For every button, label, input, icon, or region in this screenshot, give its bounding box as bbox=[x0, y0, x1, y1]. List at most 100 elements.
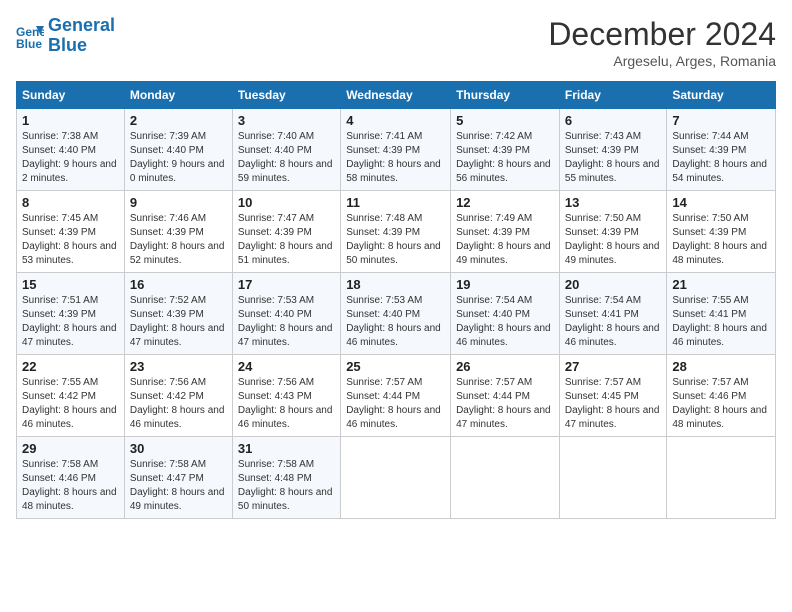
cell-info: Sunrise: 7:48 AMSunset: 4:39 PMDaylight:… bbox=[346, 212, 445, 268]
col-tuesday: Tuesday bbox=[232, 82, 340, 109]
calendar-cell: 24 Sunrise: 7:56 AMSunset: 4:43 PMDaylig… bbox=[232, 355, 340, 437]
day-number: 28 bbox=[672, 359, 770, 374]
day-number: 26 bbox=[456, 359, 554, 374]
calendar-cell: 19 Sunrise: 7:54 AMSunset: 4:40 PMDaylig… bbox=[451, 273, 560, 355]
cell-info: Sunrise: 7:49 AMSunset: 4:39 PMDaylight:… bbox=[456, 212, 554, 268]
col-monday: Monday bbox=[124, 82, 232, 109]
month-title: December 2024 bbox=[548, 16, 776, 53]
cell-info: Sunrise: 7:56 AMSunset: 4:42 PMDaylight:… bbox=[130, 376, 227, 432]
day-number: 11 bbox=[346, 195, 445, 210]
cell-info: Sunrise: 7:55 AMSunset: 4:41 PMDaylight:… bbox=[672, 294, 770, 350]
cell-info: Sunrise: 7:42 AMSunset: 4:39 PMDaylight:… bbox=[456, 130, 554, 186]
cell-info: Sunrise: 7:54 AMSunset: 4:40 PMDaylight:… bbox=[456, 294, 554, 350]
calendar-cell: 4 Sunrise: 7:41 AMSunset: 4:39 PMDayligh… bbox=[341, 109, 451, 191]
calendar-cell: 22 Sunrise: 7:55 AMSunset: 4:42 PMDaylig… bbox=[17, 355, 125, 437]
day-number: 1 bbox=[22, 113, 119, 128]
calendar-cell: 18 Sunrise: 7:53 AMSunset: 4:40 PMDaylig… bbox=[341, 273, 451, 355]
cell-info: Sunrise: 7:53 AMSunset: 4:40 PMDaylight:… bbox=[238, 294, 335, 350]
cell-info: Sunrise: 7:50 AMSunset: 4:39 PMDaylight:… bbox=[672, 212, 770, 268]
cell-info: Sunrise: 7:50 AMSunset: 4:39 PMDaylight:… bbox=[565, 212, 661, 268]
col-wednesday: Wednesday bbox=[341, 82, 451, 109]
day-number: 24 bbox=[238, 359, 335, 374]
cell-info: Sunrise: 7:57 AMSunset: 4:46 PMDaylight:… bbox=[672, 376, 770, 432]
day-number: 25 bbox=[346, 359, 445, 374]
calendar-table: Sunday Monday Tuesday Wednesday Thursday… bbox=[16, 81, 776, 519]
day-number: 29 bbox=[22, 441, 119, 456]
week-row-2: 8 Sunrise: 7:45 AMSunset: 4:39 PMDayligh… bbox=[17, 191, 776, 273]
page-header: General Blue General Blue December 2024 … bbox=[16, 16, 776, 69]
cell-info: Sunrise: 7:57 AMSunset: 4:44 PMDaylight:… bbox=[456, 376, 554, 432]
cell-info: Sunrise: 7:58 AMSunset: 4:46 PMDaylight:… bbox=[22, 458, 119, 514]
calendar-cell bbox=[667, 437, 776, 519]
day-number: 20 bbox=[565, 277, 661, 292]
day-number: 27 bbox=[565, 359, 661, 374]
calendar-cell: 15 Sunrise: 7:51 AMSunset: 4:39 PMDaylig… bbox=[17, 273, 125, 355]
col-thursday: Thursday bbox=[451, 82, 560, 109]
day-number: 13 bbox=[565, 195, 661, 210]
week-row-4: 22 Sunrise: 7:55 AMSunset: 4:42 PMDaylig… bbox=[17, 355, 776, 437]
day-number: 30 bbox=[130, 441, 227, 456]
calendar-cell: 17 Sunrise: 7:53 AMSunset: 4:40 PMDaylig… bbox=[232, 273, 340, 355]
cell-info: Sunrise: 7:38 AMSunset: 4:40 PMDaylight:… bbox=[22, 130, 119, 186]
calendar-cell: 9 Sunrise: 7:46 AMSunset: 4:39 PMDayligh… bbox=[124, 191, 232, 273]
day-number: 17 bbox=[238, 277, 335, 292]
week-row-1: 1 Sunrise: 7:38 AMSunset: 4:40 PMDayligh… bbox=[17, 109, 776, 191]
cell-info: Sunrise: 7:54 AMSunset: 4:41 PMDaylight:… bbox=[565, 294, 661, 350]
cell-info: Sunrise: 7:57 AMSunset: 4:45 PMDaylight:… bbox=[565, 376, 661, 432]
cell-info: Sunrise: 7:57 AMSunset: 4:44 PMDaylight:… bbox=[346, 376, 445, 432]
location-subtitle: Argeselu, Arges, Romania bbox=[548, 53, 776, 69]
calendar-cell: 2 Sunrise: 7:39 AMSunset: 4:40 PMDayligh… bbox=[124, 109, 232, 191]
calendar-cell: 30 Sunrise: 7:58 AMSunset: 4:47 PMDaylig… bbox=[124, 437, 232, 519]
cell-info: Sunrise: 7:45 AMSunset: 4:39 PMDaylight:… bbox=[22, 212, 119, 268]
day-number: 2 bbox=[130, 113, 227, 128]
calendar-cell: 25 Sunrise: 7:57 AMSunset: 4:44 PMDaylig… bbox=[341, 355, 451, 437]
week-row-3: 15 Sunrise: 7:51 AMSunset: 4:39 PMDaylig… bbox=[17, 273, 776, 355]
calendar-cell: 27 Sunrise: 7:57 AMSunset: 4:45 PMDaylig… bbox=[559, 355, 666, 437]
day-number: 16 bbox=[130, 277, 227, 292]
week-row-5: 29 Sunrise: 7:58 AMSunset: 4:46 PMDaylig… bbox=[17, 437, 776, 519]
day-number: 15 bbox=[22, 277, 119, 292]
calendar-cell: 31 Sunrise: 7:58 AMSunset: 4:48 PMDaylig… bbox=[232, 437, 340, 519]
cell-info: Sunrise: 7:40 AMSunset: 4:40 PMDaylight:… bbox=[238, 130, 335, 186]
svg-text:Blue: Blue bbox=[16, 37, 42, 50]
cell-info: Sunrise: 7:47 AMSunset: 4:39 PMDaylight:… bbox=[238, 212, 335, 268]
cell-info: Sunrise: 7:44 AMSunset: 4:39 PMDaylight:… bbox=[672, 130, 770, 186]
day-number: 14 bbox=[672, 195, 770, 210]
cell-info: Sunrise: 7:53 AMSunset: 4:40 PMDaylight:… bbox=[346, 294, 445, 350]
calendar-cell: 11 Sunrise: 7:48 AMSunset: 4:39 PMDaylig… bbox=[341, 191, 451, 273]
calendar-cell: 16 Sunrise: 7:52 AMSunset: 4:39 PMDaylig… bbox=[124, 273, 232, 355]
logo-icon: General Blue bbox=[16, 22, 44, 50]
day-number: 8 bbox=[22, 195, 119, 210]
day-number: 19 bbox=[456, 277, 554, 292]
day-number: 6 bbox=[565, 113, 661, 128]
logo-line1: General bbox=[48, 15, 115, 35]
calendar-cell bbox=[341, 437, 451, 519]
calendar-cell: 29 Sunrise: 7:58 AMSunset: 4:46 PMDaylig… bbox=[17, 437, 125, 519]
day-number: 21 bbox=[672, 277, 770, 292]
header-row: Sunday Monday Tuesday Wednesday Thursday… bbox=[17, 82, 776, 109]
logo-line2: Blue bbox=[48, 35, 87, 55]
calendar-cell: 13 Sunrise: 7:50 AMSunset: 4:39 PMDaylig… bbox=[559, 191, 666, 273]
cell-info: Sunrise: 7:58 AMSunset: 4:48 PMDaylight:… bbox=[238, 458, 335, 514]
calendar-cell: 12 Sunrise: 7:49 AMSunset: 4:39 PMDaylig… bbox=[451, 191, 560, 273]
day-number: 3 bbox=[238, 113, 335, 128]
day-number: 12 bbox=[456, 195, 554, 210]
cell-info: Sunrise: 7:39 AMSunset: 4:40 PMDaylight:… bbox=[130, 130, 227, 186]
logo: General Blue General Blue bbox=[16, 16, 115, 56]
calendar-cell: 14 Sunrise: 7:50 AMSunset: 4:39 PMDaylig… bbox=[667, 191, 776, 273]
calendar-cell: 23 Sunrise: 7:56 AMSunset: 4:42 PMDaylig… bbox=[124, 355, 232, 437]
calendar-cell: 1 Sunrise: 7:38 AMSunset: 4:40 PMDayligh… bbox=[17, 109, 125, 191]
cell-info: Sunrise: 7:52 AMSunset: 4:39 PMDaylight:… bbox=[130, 294, 227, 350]
day-number: 7 bbox=[672, 113, 770, 128]
calendar-cell: 28 Sunrise: 7:57 AMSunset: 4:46 PMDaylig… bbox=[667, 355, 776, 437]
calendar-cell: 3 Sunrise: 7:40 AMSunset: 4:40 PMDayligh… bbox=[232, 109, 340, 191]
calendar-cell: 20 Sunrise: 7:54 AMSunset: 4:41 PMDaylig… bbox=[559, 273, 666, 355]
calendar-cell: 5 Sunrise: 7:42 AMSunset: 4:39 PMDayligh… bbox=[451, 109, 560, 191]
calendar-cell bbox=[451, 437, 560, 519]
day-number: 22 bbox=[22, 359, 119, 374]
calendar-cell: 10 Sunrise: 7:47 AMSunset: 4:39 PMDaylig… bbox=[232, 191, 340, 273]
col-saturday: Saturday bbox=[667, 82, 776, 109]
calendar-cell: 7 Sunrise: 7:44 AMSunset: 4:39 PMDayligh… bbox=[667, 109, 776, 191]
day-number: 31 bbox=[238, 441, 335, 456]
day-number: 4 bbox=[346, 113, 445, 128]
